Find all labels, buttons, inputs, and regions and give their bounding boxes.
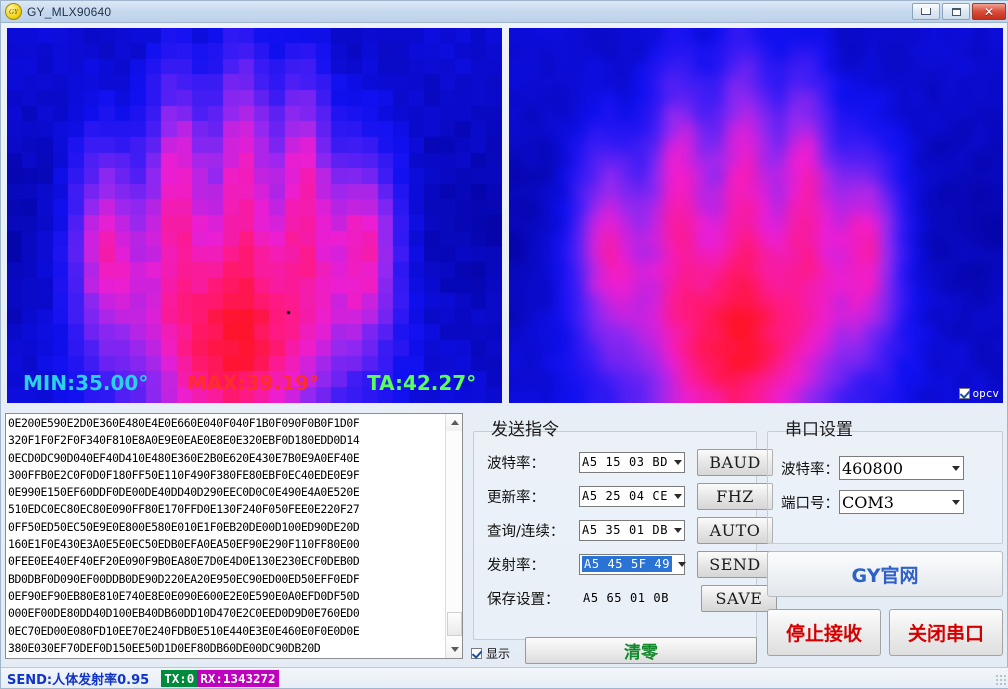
- send-commands-title: 发送指令: [491, 420, 559, 440]
- command-value-baud: A5 15 03 BD: [582, 455, 669, 469]
- command-select-send[interactable]: A5 45 5F 49: [579, 553, 687, 575]
- command-label-baud: 波特率：: [487, 455, 545, 472]
- serial-baud-row: 波特率： 460800: [781, 455, 964, 481]
- fhz-button[interactable]: FHZ: [697, 482, 773, 510]
- chevron-down-icon: [674, 527, 683, 533]
- command-select-fhz[interactable]: A5 25 04 CE: [579, 485, 685, 507]
- chevron-down-icon: [674, 459, 683, 465]
- stop-receive-button[interactable]: 停止接收: [767, 609, 881, 656]
- scroll-up-button[interactable]: [446, 414, 462, 431]
- close-port-button[interactable]: 关闭串口: [889, 609, 1003, 656]
- status-send-text: SEND:人体发射率0.95: [7, 672, 150, 688]
- serial-baud-value: 460800: [842, 458, 904, 478]
- chevron-down-icon: [674, 493, 683, 499]
- minimize-icon: [921, 8, 931, 15]
- lower-panel: 0E200E590E2D0E360E480E4E0E660E040F040F1B…: [1, 409, 1008, 667]
- status-tx-badge: TX:0: [161, 669, 198, 687]
- thermal-image-raw[interactable]: MIN:35.00° MAX:39.19° TA:42.27°: [7, 28, 502, 403]
- serial-port-value: COM3: [842, 492, 894, 512]
- command-label-auto: 查询/连续：: [487, 523, 565, 540]
- command-row-fhz: 更新率： A5 25 04 CE FHZ: [487, 482, 773, 510]
- application-window: GY GY_MLX90640 ✕ MIN:35.00° MAX:39.19° T…: [0, 0, 1008, 689]
- receive-log-text: 0E200E590E2D0E360E480E4E0E660E040F040F1B…: [8, 416, 360, 655]
- scroll-down-button[interactable]: [446, 641, 462, 658]
- chevron-up-icon: [450, 420, 459, 425]
- minimize-button[interactable]: [912, 3, 940, 20]
- maximize-button[interactable]: [942, 3, 970, 20]
- chevron-down-icon: [952, 499, 960, 505]
- scrollbar-thumb[interactable]: [447, 612, 462, 636]
- command-row-baud: 波特率： A5 15 03 BD BAUD: [487, 448, 773, 476]
- command-label-fhz: 更新率：: [487, 489, 545, 506]
- thermal-image-interpolated[interactable]: opcv: [509, 28, 1003, 403]
- chevron-down-icon: [450, 647, 459, 652]
- maximize-icon: [951, 7, 961, 16]
- command-row-send: 发射率： A5 45 5F 49 SEND: [487, 550, 773, 578]
- serial-baud-select[interactable]: 460800: [839, 456, 964, 480]
- command-label-send: 发射率：: [487, 557, 545, 574]
- clear-button[interactable]: 清零: [525, 637, 757, 664]
- serial-port-row: 端口号： COM3: [781, 489, 964, 515]
- serial-baud-label: 波特率：: [781, 461, 839, 478]
- command-value-save: A5 65 01 0B: [583, 591, 670, 605]
- auto-button[interactable]: AUTO: [697, 516, 773, 544]
- chevron-down-icon: [678, 561, 687, 567]
- command-value-auto: A5 35 01 DB: [582, 523, 669, 537]
- close-button[interactable]: ✕: [972, 3, 1006, 20]
- serial-settings-group: [767, 431, 1003, 544]
- send-button[interactable]: SEND: [697, 550, 773, 578]
- opcv-label: opcv: [972, 387, 1000, 400]
- serial-settings-title: 串口设置: [785, 420, 853, 440]
- show-checkbox[interactable]: 显示: [471, 645, 510, 662]
- serial-port-label: 端口号：: [781, 495, 839, 512]
- show-checkbox-box[interactable]: [471, 648, 482, 659]
- thermal-max-label: MAX:39.19°: [187, 371, 320, 395]
- command-label-save: 保存设置：: [487, 591, 560, 608]
- close-icon: ✕: [983, 4, 995, 19]
- command-value-send: A5 45 5F 49: [582, 556, 673, 572]
- save-button[interactable]: SAVE: [701, 584, 777, 612]
- opcv-checkbox[interactable]: opcv: [958, 387, 1000, 400]
- baud-button[interactable]: BAUD: [697, 448, 773, 476]
- command-row-auto: 查询/连续： A5 35 01 DB AUTO: [487, 516, 773, 544]
- status-rx-badge: RX:1343272: [197, 669, 279, 687]
- app-icon: GY: [5, 3, 22, 20]
- resize-grip[interactable]: [995, 674, 1007, 686]
- chevron-down-icon: [952, 465, 960, 471]
- thermal-min-label: MIN:35.00°: [23, 371, 149, 395]
- serial-port-select[interactable]: COM3: [839, 490, 964, 514]
- thermal-smooth-canvas: [509, 28, 1003, 403]
- log-scrollbar[interactable]: [445, 414, 462, 658]
- command-select-auto[interactable]: A5 35 01 DB: [579, 519, 685, 541]
- show-checkbox-label: 显示: [486, 647, 511, 661]
- thermal-ta-label: TA:42.27°: [367, 371, 477, 395]
- thermal-raw-canvas: [7, 28, 502, 403]
- gy-website-button[interactable]: GY官网: [767, 551, 1003, 597]
- receive-log-box[interactable]: 0E200E590E2D0E360E480E4E0E660E040F040F1B…: [5, 413, 463, 659]
- status-bar: SEND:人体发射率0.95 TX:0 RX:1343272: [1, 667, 1008, 688]
- command-row-save: 保存设置： A5 65 01 0B SAVE: [487, 584, 777, 612]
- title-bar: GY GY_MLX90640 ✕: [1, 1, 1008, 23]
- command-select-baud[interactable]: A5 15 03 BD: [579, 451, 685, 473]
- window-title: GY_MLX90640: [27, 4, 112, 19]
- opcv-checkbox-box[interactable]: [958, 388, 970, 399]
- window-controls: ✕: [912, 3, 1006, 20]
- command-value-fhz: A5 25 04 CE: [582, 489, 669, 503]
